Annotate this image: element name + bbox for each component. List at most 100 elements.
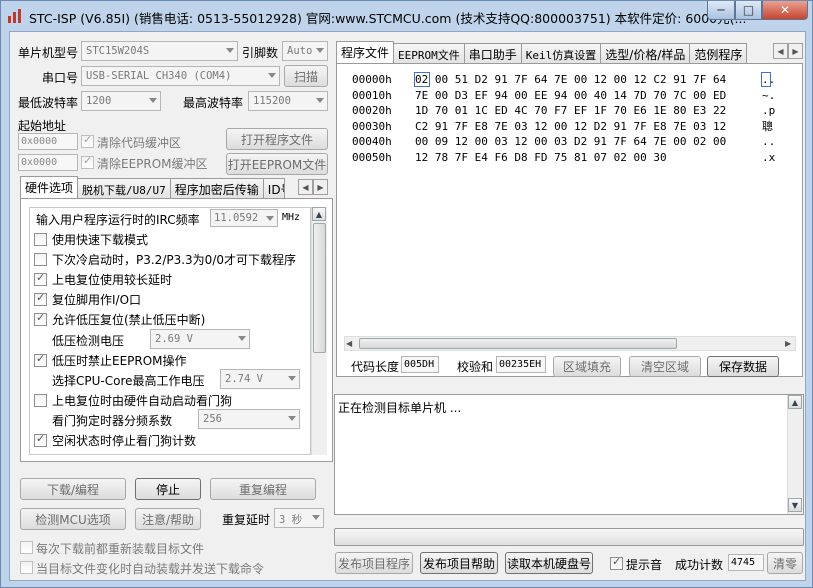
tab-hardware-options[interactable]: 硬件选项 [20,176,79,198]
open-eeprom-file-button[interactable]: 打开EEPROM文件 [226,153,328,175]
tab-sample-programs[interactable]: 范例程序 [689,43,748,63]
code-length-label: 代码长度 [351,360,400,374]
left-tab-scroller[interactable]: ◀ ▶ [298,179,328,195]
tab-serial-assistant[interactable]: 串口助手 [463,43,522,63]
success-count-value: 4745 [728,554,764,571]
port-select[interactable]: USB-SERIAL CH340 (COM4) [81,66,280,86]
reset-count-button[interactable]: 清零 [767,552,803,574]
scroll-up-icon[interactable]: ▲ [312,207,326,221]
log-text: 正在检测目标单片机 ... [338,401,462,415]
option-checkbox[interactable] [34,291,47,306]
eeprom-address-input[interactable]: 0x0000 [18,154,78,171]
publish-help-button[interactable]: 发布项目帮助 [420,552,498,574]
fill-area-button[interactable]: 区域填充 [553,356,621,377]
min-baud-label: 最低波特率 [18,96,79,110]
hex-addr: 00000h [352,73,392,86]
wdt-divider-label: 看门狗定时器分频系数 [52,414,173,428]
port-label: 串口号 [42,71,79,85]
hex-addr: 00050h [352,151,392,164]
eeprom-lock-checkbox[interactable] [34,352,47,367]
code-address-input[interactable]: 0x0000 [18,133,78,150]
detect-mcu-button[interactable]: 检测MCU选项 [20,508,126,530]
max-baud-select[interactable]: 115200 [248,91,328,111]
clear-area-button[interactable]: 清空区域 [629,356,701,377]
option-checkbox[interactable] [34,253,47,266]
minimize-button[interactable]: ─ [707,1,735,20]
mcu-type-select[interactable]: STC15W204S [81,41,238,61]
tab-selection-price[interactable]: 选型/价格/样品 [600,43,691,63]
save-data-button[interactable]: 保存数据 [707,356,779,377]
left-arrow-icon[interactable]: ◀ [298,179,313,195]
open-program-file-button[interactable]: 打开程序文件 [226,128,328,150]
option-checkbox[interactable] [34,233,47,246]
log-scrollbar[interactable]: ▲ ▼ [787,395,803,514]
right-tab-scroller[interactable]: ◀ ▶ [773,43,803,59]
pins-label: 引脚数 [242,46,279,60]
help-button[interactable]: 注意/帮助 [135,508,201,530]
scroll-thumb[interactable] [313,223,326,353]
window-title: STC-ISP (V6.85I) (销售电话: 0513-55012928) 官… [29,11,747,26]
start-address-label: 起始地址 [18,119,67,133]
download-program-button[interactable]: 下载/编程 [20,478,126,500]
idle-wdt-checkbox[interactable] [34,432,47,447]
tab-encrypted-transfer[interactable]: 程序加密后传输 [169,178,264,198]
wdt-divider-select[interactable]: 256 [198,409,300,429]
wdt-auto-checkbox[interactable] [34,394,47,407]
lvd-select[interactable]: 2.69 V [150,329,250,349]
hex-bytes: 1D 70 01 1C ED 4C 70 F7 EF 1F 70 E6 1E 8… [415,104,727,118]
reload-before-download-checkbox[interactable] [20,541,33,554]
tab-offline-download[interactable]: 脱机下载/U8/U7 [77,178,171,198]
pins-select[interactable]: Auto [282,41,328,61]
left-tab-strip: 硬件选项 脱机下载/U8/U7 程序加密后传输 ID号 [20,176,285,198]
ascii-cursor [761,72,771,87]
tab-keil-settings[interactable]: Keil仿真设置 [520,43,602,63]
hex-addr: 00030h [352,119,392,133]
repeat-delay-select[interactable]: 3 秒 [274,508,324,528]
hex-hscrollbar[interactable]: ◀ ▶ [344,336,796,351]
hex-ascii: .p [762,104,776,118]
close-button[interactable]: ✕ [762,1,808,20]
option-checkbox[interactable] [34,271,47,286]
maximize-button[interactable]: □ [735,1,762,20]
log-output[interactable]: 正在检测目标单片机 ... ▲ ▼ [334,394,804,515]
clear-code-checkbox[interactable] [81,133,94,148]
scroll-down-icon[interactable]: ▼ [788,498,802,512]
hardware-options-panel: 输入用户程序运行时的IRC频率 11.0592 MHz 使用快速下载模式 下次冷启… [20,198,333,462]
hscroll-thumb[interactable] [359,338,677,349]
tab-eeprom-file[interactable]: EEPROM文件 [393,43,465,63]
repeat-delay-value: 3 秒 [279,514,303,526]
title-bar[interactable]: STC-ISP (V6.85I) (销售电话: 0513-55012928) 官… [1,1,812,31]
chevron-down-icon [238,336,246,341]
auto-load-label: 当目标文件变化时自动装载并发送下载命令 [36,562,265,576]
option-label: 复位脚用作I/O口 [52,293,142,307]
clear-eeprom-checkbox[interactable] [81,154,94,169]
options-scrollbar[interactable]: ▲ [311,207,327,455]
scroll-right-icon[interactable]: ▶ [785,339,791,348]
tab-id-number[interactable]: ID号 [262,178,285,198]
publish-program-button[interactable]: 发布项目程序 [335,552,413,574]
chevron-down-icon [312,515,320,520]
min-baud-select[interactable]: 1200 [81,91,161,111]
download-progress-bar [334,528,804,546]
right-arrow-icon[interactable]: ▶ [313,179,328,195]
read-disk-id-button[interactable]: 读取本机硬盘号 [505,552,593,574]
cpu-voltage-select[interactable]: 2.74 V [220,369,300,389]
tab-program-file[interactable]: 程序文件 [336,41,395,63]
repeat-program-button[interactable]: 重复编程 [210,478,316,500]
beep-checkbox[interactable] [610,555,623,570]
irc-row: 输入用户程序运行时的IRC频率 [36,211,200,231]
mcu-type-value: STC15W204S [86,45,150,57]
hex-ascii: .. [762,135,776,149]
scan-button[interactable]: 扫描 [284,65,328,87]
left-arrow-icon[interactable]: ◀ [773,43,788,59]
option-label: 上电复位使用较长延时 [52,273,173,287]
irc-frequency-input[interactable]: 11.0592 [210,209,278,227]
stop-button[interactable]: 停止 [135,478,201,500]
scroll-left-icon[interactable]: ◀ [346,339,352,348]
scroll-up-icon[interactable]: ▲ [788,395,802,409]
right-arrow-icon[interactable]: ▶ [788,43,803,59]
hex-ascii: .x [762,151,776,164]
option-checkbox[interactable] [34,311,47,326]
option-label: 使用快速下载模式 [52,233,149,247]
auto-load-checkbox[interactable] [20,561,33,574]
